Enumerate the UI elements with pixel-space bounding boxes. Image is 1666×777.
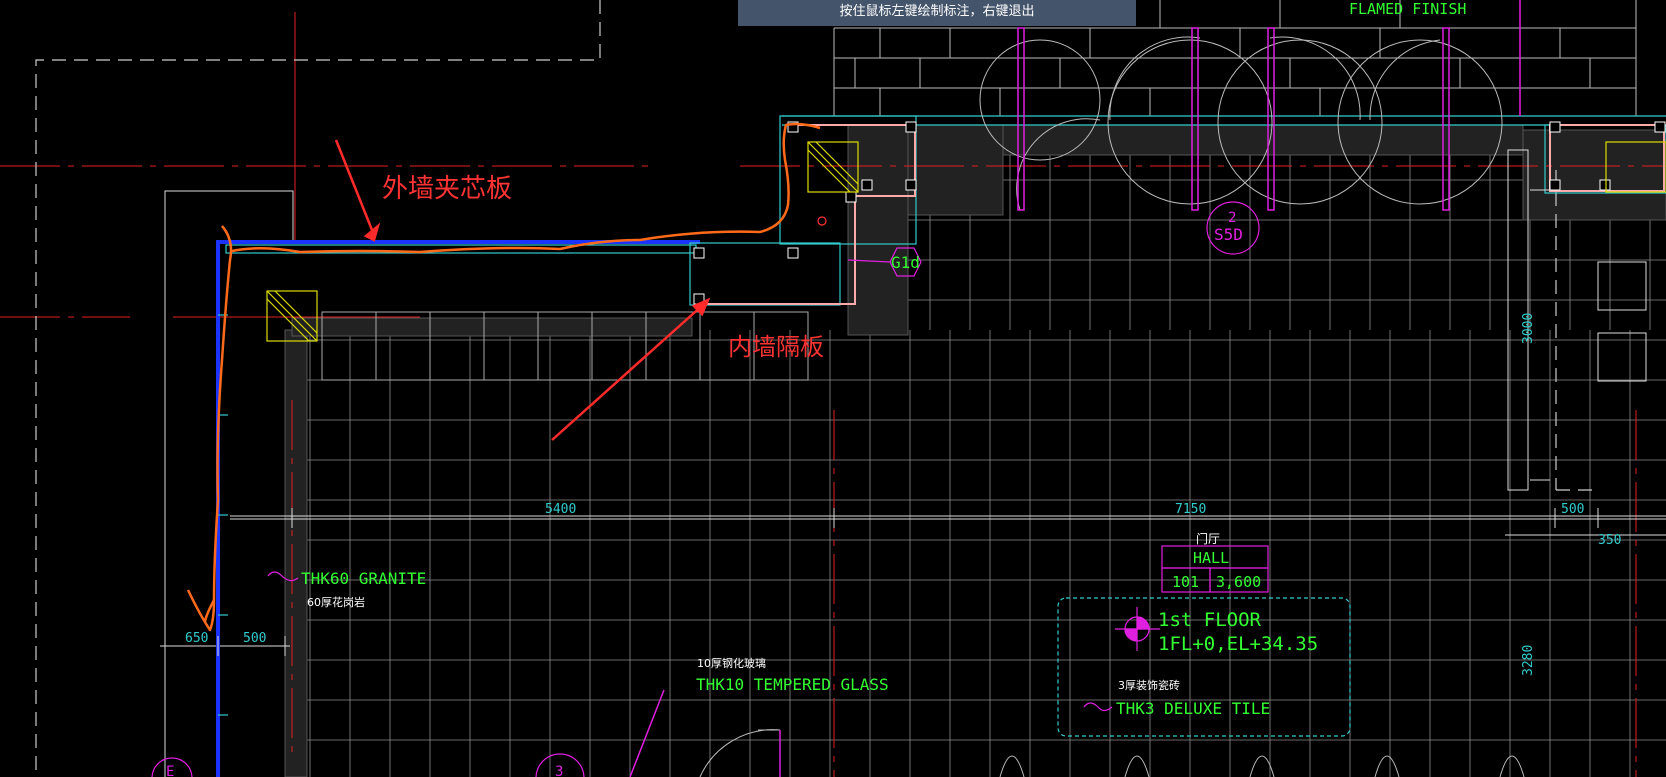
tile-cn-label: 3厚装饰瓷砖 [1118, 678, 1180, 692]
section-number: 2 [1228, 210, 1236, 226]
marker-e: E [166, 764, 174, 777]
dim-350: 350 [1598, 533, 1621, 548]
marker-3: 3 [555, 764, 563, 777]
dim-3280: 3280 [1521, 645, 1536, 676]
floor-title: 1st FLOOR [1158, 609, 1262, 631]
room-number: 101 [1172, 573, 1199, 591]
granite-cn-label: 60厚花岗岩 [307, 595, 365, 609]
flamed-finish-label: FLAMED FINISH [1349, 0, 1466, 18]
granite-label: THK60 GRANITE [301, 569, 426, 588]
dim-3000: 3000 [1521, 313, 1536, 344]
outer-wall-annotation: 外墙夹芯板 [382, 174, 512, 204]
tile-label: THK3 DELUXE TILE [1116, 699, 1270, 718]
glass-label: THK10 TEMPERED GLASS [696, 675, 889, 694]
room-name-cn: 门厅 [1196, 531, 1220, 546]
cad-drawing-canvas[interactable]: 外墙夹芯板 内墙隔板 FLAMED FINISH THK60 GRANITE 6… [0, 0, 1666, 777]
dim-650: 650 [185, 631, 208, 646]
floor-level: 1FL+0,EL+34.35 [1158, 633, 1318, 655]
glass-cn-label: 10厚钢化玻璃 [697, 656, 766, 670]
dim-5400: 5400 [545, 502, 576, 517]
grid-label: G1d [891, 253, 920, 272]
section-code: S5D [1214, 225, 1243, 244]
command-tip-banner: 按住鼠标左键绘制标注，右键退出 [738, 0, 1136, 26]
floor-tile-grid [300, 130, 1666, 777]
inner-wall-annotation: 内墙隔板 [728, 333, 824, 361]
dim-500-right: 500 [1561, 502, 1584, 517]
dim-7150: 7150 [1175, 502, 1206, 517]
room-name: HALL [1193, 549, 1229, 567]
dim-500-left: 500 [243, 631, 266, 646]
room-area: 3,600 [1216, 573, 1261, 591]
hatch-bands [284, 124, 1666, 777]
